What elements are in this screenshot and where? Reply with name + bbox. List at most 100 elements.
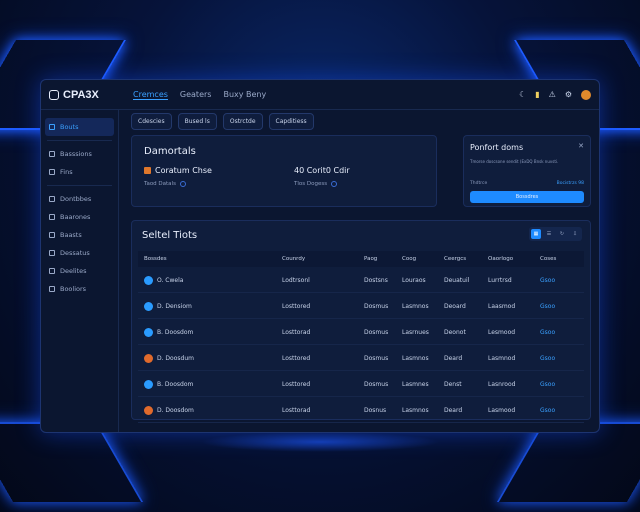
filter-chip[interactable]: Bused ls [177, 113, 217, 130]
promo-button[interactable]: Bossdres [470, 191, 584, 203]
column-header[interactable]: Ceergcs [444, 256, 488, 262]
stats-card: Damortals Coratum Chse Taod Datals 40 Co… [131, 135, 437, 207]
alert-icon[interactable]: ⚠ [549, 90, 556, 100]
row-name: D. Densiom [157, 303, 192, 310]
download-icon[interactable]: ⇩ [570, 229, 580, 239]
row-action-link[interactable]: Gsoo [540, 381, 576, 388]
stat-secondary-sub: Tlos Dogess [294, 181, 338, 187]
sidebar-item-deelites[interactable]: Deelites [41, 262, 118, 280]
tab-cremces[interactable]: Cremces [133, 90, 168, 100]
table-cell: Deuatuil [444, 277, 470, 284]
filter-bar: Cdescies Bused ls Ostrctde Capditiess [131, 113, 589, 130]
sidebar-item-label: Basssions [60, 150, 92, 158]
table-cell: Losttored [282, 355, 311, 362]
sidebar-item-basssions[interactable]: Basssions [41, 145, 118, 163]
row-action-link[interactable]: Gsoo [540, 407, 576, 414]
promo-row-label: Thdtrce [470, 181, 488, 186]
table-row[interactable]: O. Cwela Lodtrsonl Dostsns Louraos Deuatuil L… [138, 269, 584, 293]
sidebar-item-label: Fins [60, 168, 73, 176]
info-icon[interactable] [331, 181, 338, 187]
table-row[interactable]: B. Doosdom Losttored Dosmus Lasmnes Denst Las… [138, 373, 584, 397]
table-cell: Lasrnues [402, 329, 429, 336]
table-cell: Dosmus [364, 303, 389, 310]
sidebar-divider [47, 140, 112, 141]
table-cell: Dosmus [364, 381, 389, 388]
bell-icon[interactable]: ▮ [535, 90, 539, 100]
settings-icon[interactable]: ⚙ [565, 90, 572, 100]
view-toggle: ▦ ☰ ↻ ⇩ [529, 227, 582, 241]
table-card: Seltel Tiots ▦ ☰ ↻ ⇩ Bossdes Counrdy Pao… [131, 220, 591, 423]
table-cell: Dostsns [364, 277, 388, 284]
app-window: CPA3X Cremces Geaters Buxy Beny ☾ ▮ ⚠ ⚙ … [40, 79, 600, 433]
row-action-link[interactable]: Gsoo [540, 355, 576, 362]
filter-chip[interactable]: Capditiess [268, 113, 314, 130]
promo-body: Tmorse doscsone sendit (ExDQ Bnsk nuvsti… [470, 159, 559, 164]
promo-row-value[interactable]: Bocistrzs 98 [557, 181, 584, 186]
table-row[interactable]: D. Doosdom Losttorad Dosnus Lasmnos Deard Las… [138, 399, 584, 423]
table-row[interactable]: D. Densiom Losttored Dosmus Lasmnos Deoard La… [138, 295, 584, 319]
list-icon [49, 169, 55, 175]
table-cell: Lasmnod [488, 355, 516, 362]
row-avatar-icon [144, 276, 153, 285]
stat-primary: Coratum Chse [144, 166, 212, 175]
column-header[interactable]: Bossdes [138, 256, 282, 262]
table-cell: Losttored [282, 303, 311, 310]
table-cell: D. Doosdom [138, 406, 282, 415]
sidebar-item-label: Deelites [60, 267, 87, 275]
filter-chip[interactable]: Cdescies [131, 113, 172, 130]
row-avatar-icon [144, 328, 153, 337]
document-icon [49, 286, 55, 292]
grid-view-icon[interactable]: ▦ [531, 229, 541, 239]
table-cell: D. Doosdum [138, 354, 282, 363]
table-cell: Dosnus [364, 407, 387, 414]
row-name: O. Cwela [157, 277, 184, 284]
sidebar-item-booliors[interactable]: Booliors [41, 280, 118, 298]
table-cell: Losttored [282, 381, 311, 388]
column-header[interactable]: Paog [364, 256, 402, 262]
table-cell: Losttorad [282, 407, 311, 414]
close-icon[interactable]: ✕ [578, 142, 584, 150]
phone-icon[interactable]: ☾ [519, 90, 526, 100]
table-cell: B. Doosdom [138, 328, 282, 337]
column-header[interactable]: Counrdy [282, 256, 364, 262]
info-icon[interactable] [179, 181, 186, 187]
sidebar-item-baarones[interactable]: Baarones [41, 208, 118, 226]
stat-label: Coratum Chse [155, 166, 212, 175]
top-icons: ☾ ▮ ⚠ ⚙ [519, 89, 591, 100]
neon-frame-bottom-left [0, 422, 144, 502]
table-row[interactable]: B. Doosdom Losttorad Dosmus Lasrnues Deonot L… [138, 321, 584, 345]
sidebar-item-baasts[interactable]: Baasts [41, 226, 118, 244]
column-header[interactable]: Coses [540, 256, 576, 262]
refresh-icon[interactable]: ↻ [557, 229, 567, 239]
sidebar-item-fins[interactable]: Fins [41, 163, 118, 181]
sidebar-item-label: Baasts [60, 231, 82, 239]
row-action-link[interactable]: Gsoo [540, 277, 576, 284]
avatar[interactable] [581, 89, 591, 100]
sidebar-item-bouts[interactable]: Bouts [45, 118, 114, 136]
tab-buxy-beny[interactable]: Buxy Beny [223, 90, 266, 100]
sidebar-item-dessatus[interactable]: Dessatus [41, 244, 118, 262]
row-avatar-icon [144, 302, 153, 311]
stat-sub-label: Taod Datals [144, 181, 176, 187]
row-action-link[interactable]: Gsoo [540, 303, 576, 310]
tab-geaters[interactable]: Geaters [180, 90, 212, 100]
row-name: B. Doosdom [157, 329, 194, 336]
table-cell: Lasmnos [402, 355, 429, 362]
sidebar-item-label: Booliors [60, 285, 87, 293]
sidebar-item-label: Dessatus [60, 249, 90, 257]
column-header[interactable]: Oaorlogo [488, 256, 540, 262]
list-view-icon[interactable]: ☰ [544, 229, 554, 239]
promo-title: Ponfort doms [470, 143, 524, 152]
stat-primary-sub: Taod Datals [144, 181, 186, 187]
logo-icon [49, 89, 59, 100]
filter-chip[interactable]: Ostrctde [222, 113, 263, 130]
table-row[interactable]: D. Doosdum Losttored Dosmus Lasmnos Deard Las… [138, 347, 584, 371]
table-cell: Denst [444, 381, 462, 388]
chart-icon [49, 196, 55, 202]
table-cell: B. Doosdom [138, 380, 282, 389]
column-header[interactable]: Coog [402, 256, 444, 262]
table-cell: Deard [444, 407, 463, 414]
app-logo[interactable]: CPA3X [49, 89, 133, 101]
row-action-link[interactable]: Gsoo [540, 329, 576, 336]
sidebar-item-dontbbes[interactable]: Dontbbes [41, 190, 118, 208]
